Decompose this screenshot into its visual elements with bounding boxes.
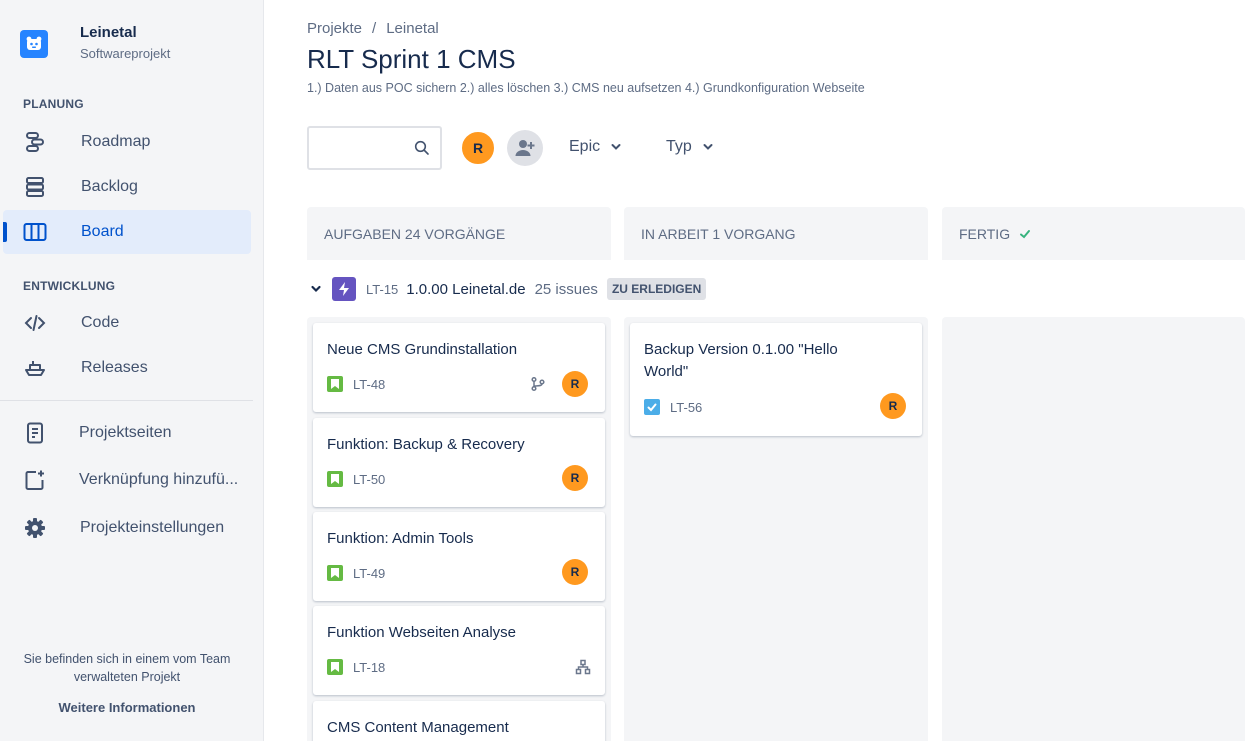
story-icon: [327, 659, 343, 675]
team-managed-note-line1: Sie befinden sich in einem vom Team: [23, 652, 231, 666]
column-done: [942, 317, 1245, 741]
issue-card[interactable]: Funktion Webseiten Analyse LT-18: [313, 606, 605, 695]
chevron-down-icon: [611, 144, 621, 150]
search-icon: [414, 140, 429, 155]
issue-title: Neue CMS Grundinstallation: [327, 341, 518, 358]
task-icon: [644, 399, 660, 415]
assignee-avatar[interactable]: R: [880, 393, 906, 419]
type-filter-dropdown[interactable]: Typ: [666, 138, 714, 156]
column-header-done[interactable]: FERTIG: [942, 207, 1245, 260]
project-avatar-icon: [20, 30, 48, 58]
epic-key: LT-15: [366, 281, 399, 297]
chevron-down-icon: [703, 144, 713, 150]
sidebar-item-label: Projekteinstellungen: [80, 519, 225, 536]
column-header-in-progress[interactable]: IN ARBEIT 1 VORGANG: [624, 207, 928, 260]
issue-title: Funktion: Backup & Recovery: [327, 436, 525, 453]
issue-card[interactable]: Funktion: Backup & Recovery LT-50 R: [313, 418, 605, 507]
project-header[interactable]: Leinetal Softwareprojekt: [20, 22, 170, 64]
page-title: RLT Sprint 1 CMS: [307, 44, 516, 74]
team-managed-note-line2: verwalteten Projekt: [73, 670, 181, 684]
add-user-icon: [515, 140, 535, 156]
child-issues-icon: [575, 659, 591, 675]
ship-icon: [23, 357, 47, 379]
assignee-avatar[interactable]: R: [562, 559, 588, 585]
issue-key: LT-56: [670, 400, 703, 415]
epic-swimlane-header[interactable]: LT-15 1.0.00 Leinetal.de 25 issues ZU ER…: [307, 276, 707, 302]
story-icon: [327, 471, 343, 487]
issue-title-line2: World": [644, 363, 689, 380]
issue-key: LT-18: [353, 660, 386, 675]
sidebar-item-backlog[interactable]: Backlog: [3, 165, 251, 209]
sidebar-item-label: Backlog: [81, 178, 138, 195]
epic-issue-count: 25 issues: [534, 280, 598, 298]
sidebar-item-label: Projektseiten: [79, 424, 172, 441]
column-title: FERTIG: [959, 225, 1011, 242]
breadcrumb-project[interactable]: Leinetal: [386, 20, 439, 37]
project-type: Softwareprojekt: [80, 46, 171, 61]
column-header-todo[interactable]: AUFGABEN 24 VORGÄNGE: [307, 207, 611, 260]
sidebar-item-board[interactable]: Board: [3, 210, 251, 254]
breadcrumb: Projekte / Leinetal: [307, 20, 439, 37]
sidebar-item-add-shortcut[interactable]: Verknüpfung hinzufü...: [3, 458, 251, 502]
story-icon: [327, 376, 343, 392]
epic-name: 1.0.00 Leinetal.de: [406, 280, 526, 298]
sidebar-item-label: Board: [81, 223, 124, 240]
branch-icon: [531, 376, 545, 392]
team-managed-note: Sie befinden sich in einem vom Team verw…: [0, 650, 254, 686]
project-name: Leinetal: [80, 24, 137, 41]
search-input[interactable]: [307, 126, 442, 170]
epic-filter-dropdown[interactable]: Epic: [569, 138, 622, 156]
column-title: IN ARBEIT 1 VORGANG: [641, 225, 796, 242]
issue-key: LT-48: [353, 377, 386, 392]
chevron-down-icon[interactable]: [307, 280, 325, 298]
sidebar-item-label: Releases: [81, 359, 148, 376]
code-icon: [23, 312, 47, 334]
assignee-avatar[interactable]: R: [562, 371, 588, 397]
section-development: ENTWICKLUNG: [23, 279, 116, 293]
page-icon: [23, 422, 47, 444]
sidebar: Leinetal Softwareprojekt PLANUNG Roadmap…: [0, 0, 264, 741]
breadcrumb-projects[interactable]: Projekte: [307, 20, 362, 37]
assignee-filter-avatar[interactable]: R: [460, 130, 496, 166]
sidebar-item-label: Code: [81, 314, 120, 331]
sidebar-item-releases[interactable]: Releases: [3, 346, 251, 390]
epic-icon: [332, 277, 356, 301]
roadmap-icon: [23, 131, 47, 153]
breadcrumb-separator: /: [372, 20, 377, 37]
status-badge: ZU ERLEDIGEN: [606, 278, 707, 300]
add-shortcut-icon: [23, 469, 47, 491]
issue-title: CMS Content Management: [327, 719, 509, 736]
sidebar-item-label: Verknüpfung hinzufü...: [79, 471, 239, 488]
issue-card[interactable]: Backup Version 0.1.00 "Hello World" LT-5…: [630, 323, 922, 436]
sprint-goal: 1.) Daten aus POC sichern 2.) alles lösc…: [307, 81, 865, 95]
more-info-link[interactable]: Weitere Informationen: [0, 700, 254, 715]
add-people-button[interactable]: [507, 130, 543, 166]
issue-card[interactable]: CMS Content Management: [313, 701, 605, 741]
sidebar-item-roadmap[interactable]: Roadmap: [3, 120, 251, 164]
sidebar-divider: [0, 400, 253, 401]
story-icon: [327, 565, 343, 581]
gear-icon: [23, 517, 47, 539]
issue-title: Backup Version 0.1.00 "Hello World": [644, 339, 838, 383]
issue-title: Funktion: Admin Tools: [327, 530, 474, 547]
issue-title: Funktion Webseiten Analyse: [327, 624, 517, 641]
backlog-icon: [23, 176, 47, 198]
issue-title-line1: Backup Version 0.1.00 "Hello: [644, 341, 838, 358]
assignee-avatar[interactable]: R: [562, 465, 588, 491]
sidebar-item-project-pages[interactable]: Projektseiten: [3, 411, 251, 455]
issue-key: LT-49: [353, 566, 386, 581]
issue-card[interactable]: Funktion: Admin Tools LT-49 R: [313, 512, 605, 601]
check-icon: [1020, 229, 1031, 238]
sidebar-item-label: Roadmap: [81, 133, 151, 150]
epic-filter-label: Epic: [569, 138, 601, 155]
section-planning: PLANUNG: [23, 97, 84, 111]
issue-card[interactable]: Neue CMS Grundinstallation LT-48 R: [313, 323, 605, 412]
issue-key: LT-50: [353, 472, 386, 487]
sidebar-item-code[interactable]: Code: [3, 301, 251, 345]
column-title: AUFGABEN 24 VORGÄNGE: [324, 225, 506, 242]
sidebar-item-project-settings[interactable]: Projekteinstellungen: [3, 506, 251, 550]
type-filter-label: Typ: [666, 138, 692, 155]
board-icon: [23, 221, 47, 243]
